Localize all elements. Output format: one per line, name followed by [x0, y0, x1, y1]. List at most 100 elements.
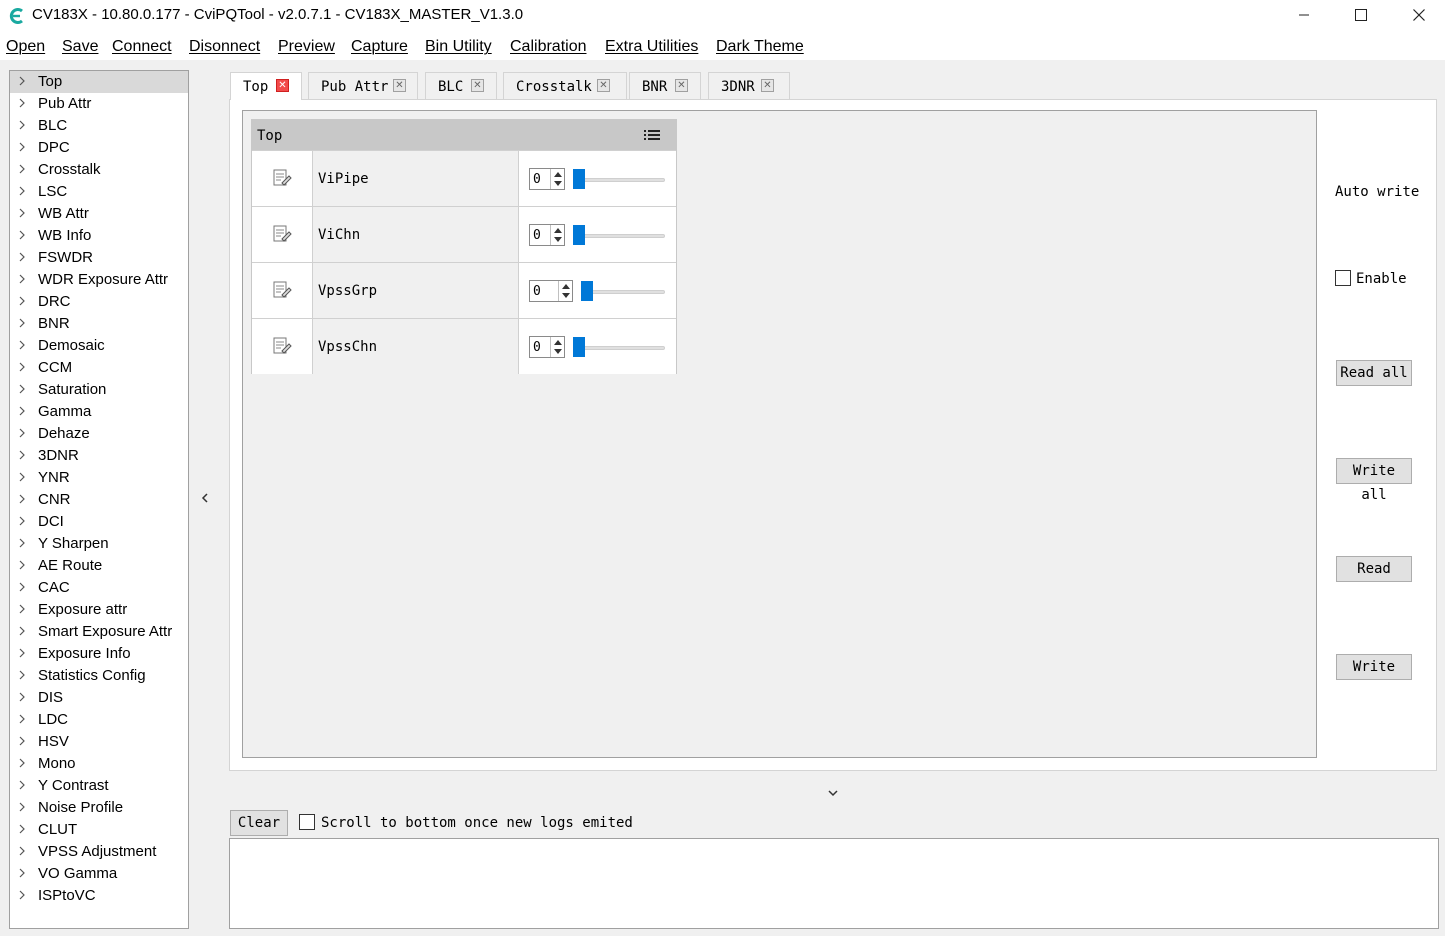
value-slider-handle[interactable]: [581, 281, 593, 301]
sidebar-item-cac[interactable]: CAC: [10, 577, 188, 599]
scroll-to-bottom-checkbox[interactable]: [299, 814, 315, 830]
sidebar-item-ae-route[interactable]: AE Route: [10, 555, 188, 577]
tab-close-icon[interactable]: ✕: [761, 79, 774, 92]
arrow-up-icon[interactable]: [554, 172, 562, 177]
tab-top[interactable]: Top ✕: [230, 72, 302, 100]
collapse-sidebar-button[interactable]: [198, 490, 212, 506]
value-spinbox[interactable]: 0: [529, 336, 565, 358]
arrow-up-icon[interactable]: [554, 228, 562, 233]
spinbox-arrows[interactable]: [550, 225, 564, 245]
value-slider-track[interactable]: [581, 290, 665, 294]
tab-crosstalk[interactable]: Crosstalk ✕: [503, 72, 627, 99]
read-button[interactable]: Read: [1336, 556, 1412, 582]
sidebar-item-top[interactable]: Top: [10, 71, 188, 93]
value-slider-track[interactable]: [573, 234, 665, 238]
write-all-button[interactable]: Write all: [1336, 458, 1412, 503]
sidebar-item-wdr-exposure-attr[interactable]: WDR Exposure Attr: [10, 269, 188, 291]
sidebar-item-y-contrast[interactable]: Y Contrast: [10, 775, 188, 797]
value-slider-handle[interactable]: [573, 169, 585, 189]
enable-checkbox[interactable]: [1335, 270, 1351, 286]
arrow-down-icon[interactable]: [554, 237, 562, 242]
sidebar-item-vpss-adjustment[interactable]: VPSS Adjustment: [10, 841, 188, 863]
menu-capture[interactable]: Capture: [351, 38, 408, 56]
sidebar-item-pub-attr[interactable]: Pub Attr: [10, 93, 188, 115]
sidebar-item-dci[interactable]: DCI: [10, 511, 188, 533]
sidebar-item-drc[interactable]: DRC: [10, 291, 188, 313]
sidebar-item-hsv[interactable]: HSV: [10, 731, 188, 753]
sidebar-item-wb-info[interactable]: WB Info: [10, 225, 188, 247]
menu-extra-utilities[interactable]: Extra Utilities: [605, 38, 698, 56]
tab-3dnr[interactable]: 3DNR ✕: [708, 72, 790, 99]
tab-close-icon[interactable]: ✕: [471, 79, 484, 92]
sidebar-item-y-sharpen[interactable]: Y Sharpen: [10, 533, 188, 555]
tab-close-icon[interactable]: ✕: [393, 79, 406, 92]
sidebar-item-dpc[interactable]: DPC: [10, 137, 188, 159]
arrow-down-icon[interactable]: [554, 181, 562, 186]
tab-bnr[interactable]: BNR ✕: [629, 72, 701, 99]
sidebar-item-isptovc[interactable]: ISPtoVC: [10, 885, 188, 907]
collapse-log-button[interactable]: [826, 785, 840, 801]
tab-close-icon[interactable]: ✕: [675, 79, 688, 92]
sidebar-item-wb-attr[interactable]: WB Attr: [10, 203, 188, 225]
sidebar-item-lsc[interactable]: LSC: [10, 181, 188, 203]
arrow-down-icon[interactable]: [554, 349, 562, 354]
menu-bin-utility[interactable]: Bin Utility: [425, 38, 492, 56]
menu-save[interactable]: Save: [62, 38, 98, 56]
spinbox-arrows[interactable]: [550, 337, 564, 357]
value-slider-track[interactable]: [573, 346, 665, 350]
sidebar-item-noise-profile[interactable]: Noise Profile: [10, 797, 188, 819]
sidebar-item-clut[interactable]: CLUT: [10, 819, 188, 841]
value-slider-handle[interactable]: [573, 225, 585, 245]
menu-preview[interactable]: Preview: [278, 38, 335, 56]
sidebar-item-saturation[interactable]: Saturation: [10, 379, 188, 401]
value-spinbox[interactable]: 0: [529, 224, 565, 246]
sidebar-item-cnr[interactable]: CNR: [10, 489, 188, 511]
value-spinbox[interactable]: 0: [529, 280, 573, 302]
maximize-button[interactable]: [1338, 0, 1384, 30]
value-slider-track[interactable]: [573, 178, 665, 182]
menu-disconnect[interactable]: Disonnect: [189, 38, 260, 56]
sidebar-item-ldc[interactable]: LDC: [10, 709, 188, 731]
spinbox-arrows[interactable]: [550, 169, 564, 189]
arrow-down-icon[interactable]: [562, 293, 570, 298]
sidebar-item-3dnr[interactable]: 3DNR: [10, 445, 188, 467]
edit-icon[interactable]: [272, 280, 292, 300]
tab-blc[interactable]: BLC ✕: [425, 72, 497, 99]
edit-icon[interactable]: [272, 336, 292, 356]
log-output[interactable]: [229, 838, 1439, 929]
sidebar-item-demosaic[interactable]: Demosaic: [10, 335, 188, 357]
sidebar-item-mono[interactable]: Mono: [10, 753, 188, 775]
close-button[interactable]: [1396, 0, 1442, 30]
value-spinbox[interactable]: 0: [529, 168, 565, 190]
tab-close-icon[interactable]: ✕: [597, 79, 610, 92]
edit-icon[interactable]: [272, 224, 292, 244]
sidebar-item-statistics-config[interactable]: Statistics Config: [10, 665, 188, 687]
sidebar-item-ynr[interactable]: YNR: [10, 467, 188, 489]
sidebar-item-smart-exposure-attr[interactable]: Smart Exposure Attr: [10, 621, 188, 643]
tab-pub-attr[interactable]: Pub Attr ✕: [308, 72, 418, 99]
menu-calibration[interactable]: Calibration: [510, 38, 586, 56]
read-all-button[interactable]: Read all: [1336, 360, 1412, 386]
minimize-button[interactable]: [1281, 0, 1327, 30]
sidebar-item-blc[interactable]: BLC: [10, 115, 188, 137]
spinbox-arrows[interactable]: [558, 281, 572, 301]
sidebar-item-bnr[interactable]: BNR: [10, 313, 188, 335]
sidebar-tree[interactable]: Top Pub Attr BLC DPC Crosstalk LSC WB Attr WB I…: [9, 70, 189, 929]
sidebar-item-fswdr[interactable]: FSWDR: [10, 247, 188, 269]
write-button[interactable]: Write: [1336, 654, 1412, 680]
menu-dark-theme[interactable]: Dark Theme: [716, 38, 804, 56]
value-slider-handle[interactable]: [573, 337, 585, 357]
edit-icon[interactable]: [272, 168, 292, 188]
clear-log-button[interactable]: Clear: [230, 810, 288, 836]
sidebar-item-gamma[interactable]: Gamma: [10, 401, 188, 423]
sidebar-item-exposure-attr[interactable]: Exposure attr: [10, 599, 188, 621]
sidebar-item-vo-gamma[interactable]: VO Gamma: [10, 863, 188, 885]
sidebar-item-crosstalk[interactable]: Crosstalk: [10, 159, 188, 181]
menu-connect[interactable]: Connect: [112, 38, 172, 56]
arrow-up-icon[interactable]: [554, 340, 562, 345]
tab-close-icon[interactable]: ✕: [276, 79, 289, 92]
list-menu-icon[interactable]: [644, 129, 660, 141]
arrow-up-icon[interactable]: [562, 284, 570, 289]
sidebar-item-ccm[interactable]: CCM: [10, 357, 188, 379]
sidebar-item-dis[interactable]: DIS: [10, 687, 188, 709]
